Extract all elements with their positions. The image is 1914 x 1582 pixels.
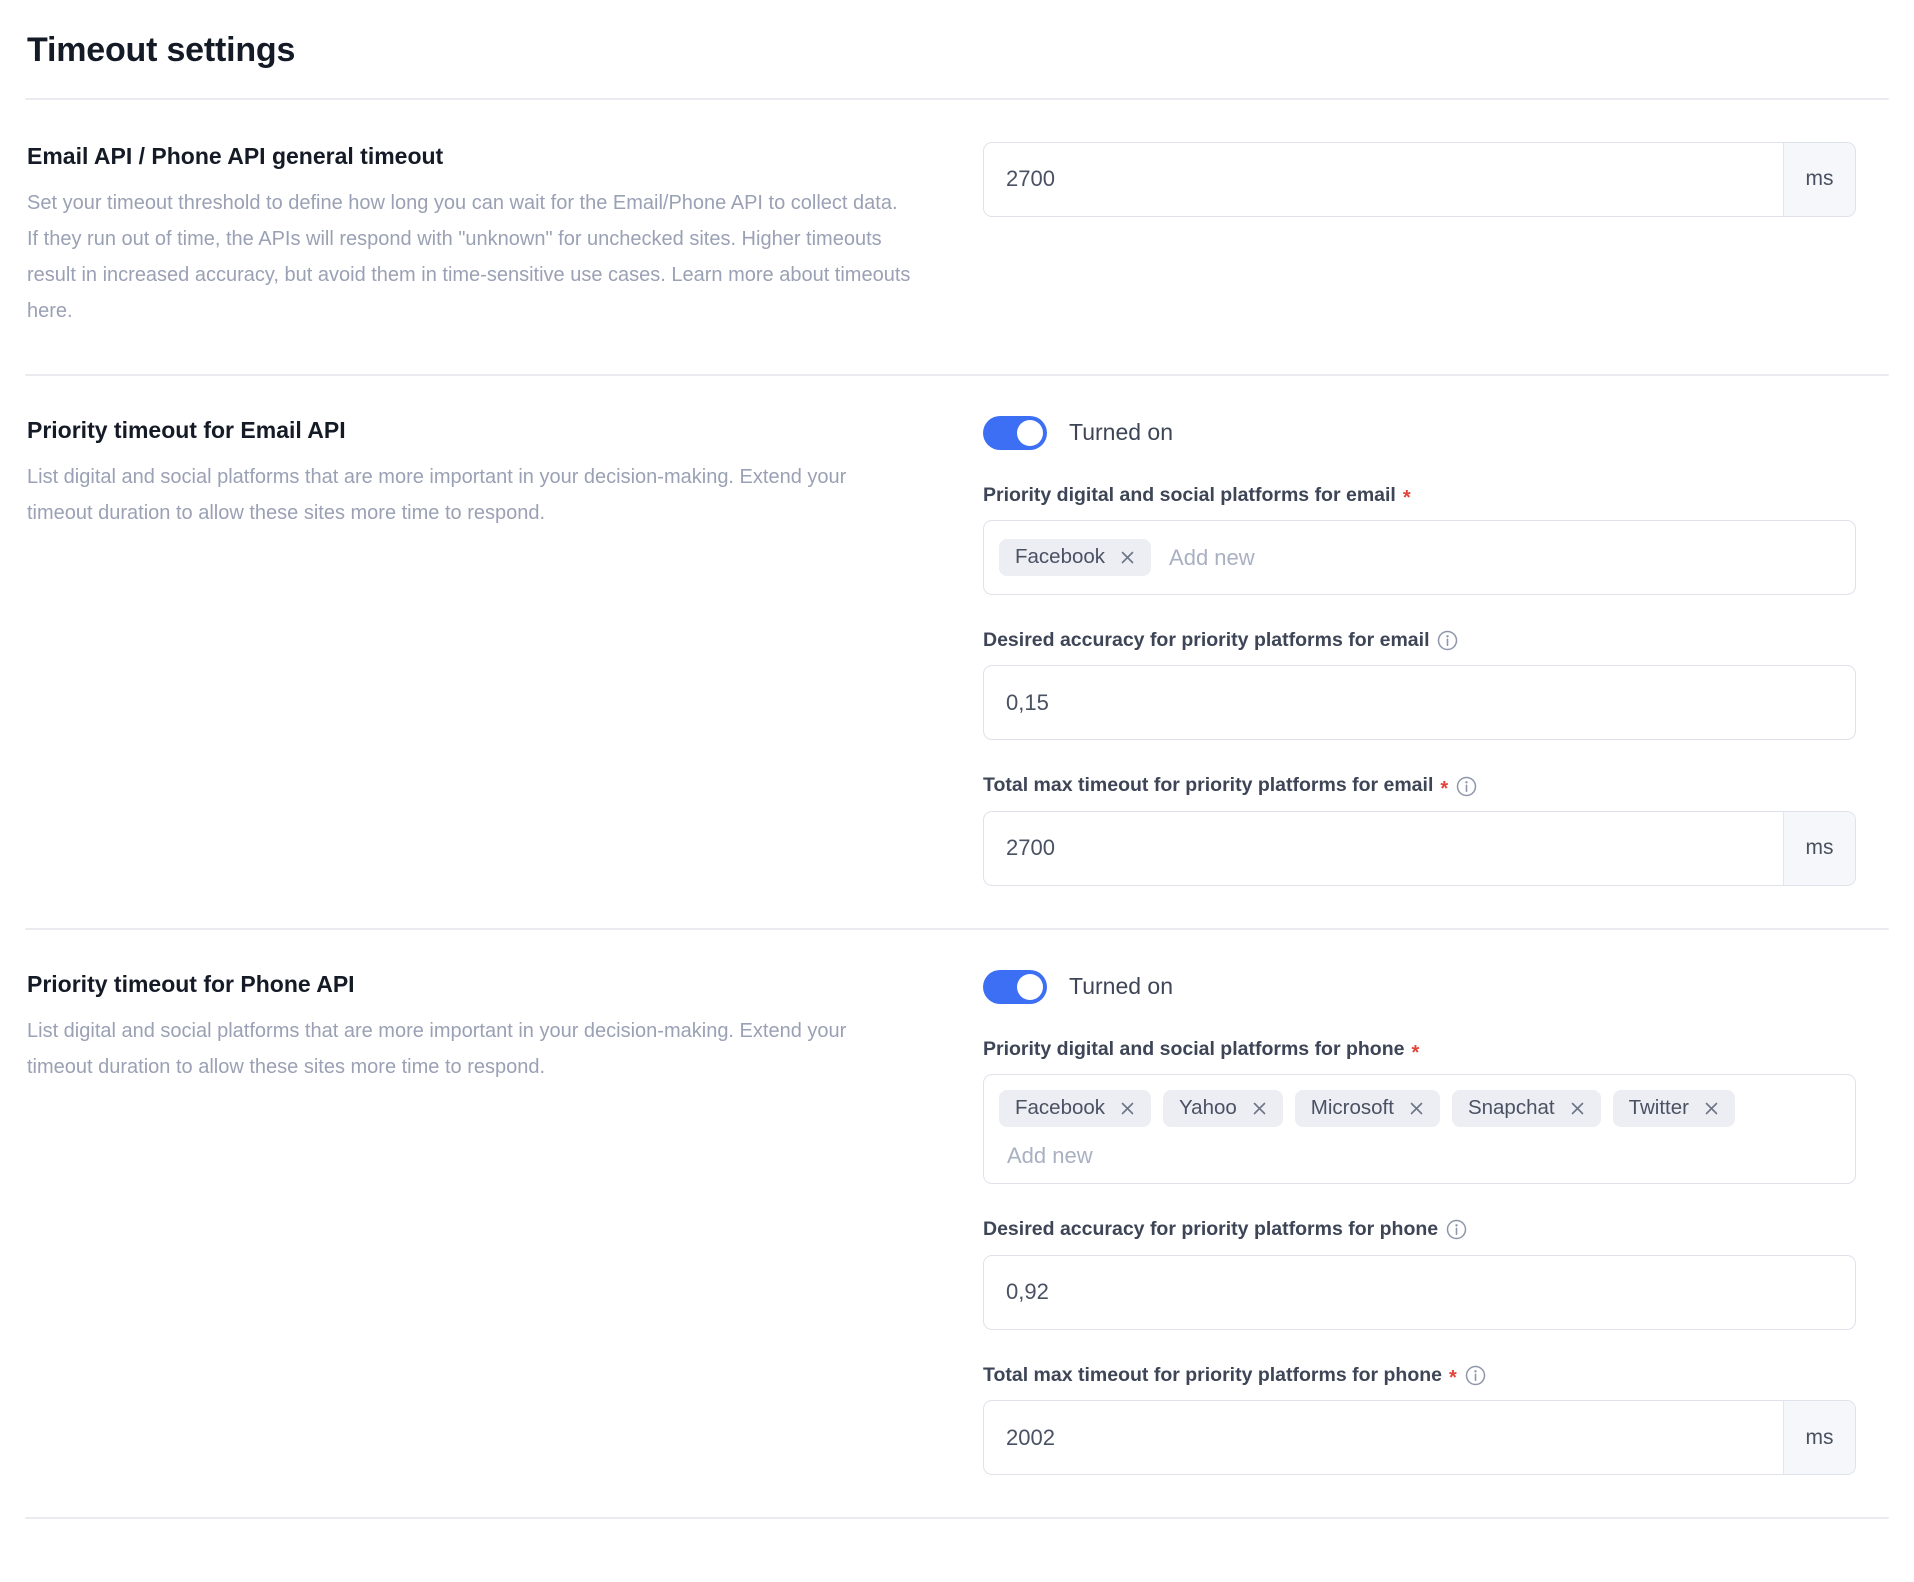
email-max-timeout-label-row: Total max timeout for priority platforms… <box>983 774 1856 801</box>
tag-chip[interactable]: Microsoft <box>1294 1090 1440 1127</box>
section-phone-heading: Priority timeout for Phone API <box>27 970 355 997</box>
email-max-timeout-input[interactable]: 2700 ms <box>983 810 1856 886</box>
email-accuracy-label: Desired accuracy for priority platforms … <box>983 629 1430 652</box>
section-phone-control-column: Turned on Priority digital and social pl… <box>983 969 1889 1476</box>
tag-chip[interactable]: Facebook <box>999 539 1152 576</box>
page-title: Timeout settings <box>27 31 296 69</box>
phone-accuracy-value[interactable]: 0,92 <box>984 1256 1855 1329</box>
general-timeout-unit: ms <box>1783 142 1855 216</box>
email-platforms-required-marker: * <box>1402 487 1411 510</box>
section-phone-description-column: Priority timeout for Phone API List digi… <box>25 970 983 1085</box>
email-max-timeout-unit: ms <box>1783 811 1855 885</box>
info-circle-icon[interactable] <box>1446 1219 1467 1240</box>
section-email-heading: Priority timeout for Email API <box>27 416 346 443</box>
section-email-control-column: Turned on Priority digital and social pl… <box>983 415 1889 886</box>
phone-max-timeout-label: Total max timeout for priority platforms… <box>983 1363 1442 1386</box>
section-general-control-column: 2700 ms <box>983 141 1889 217</box>
email-max-timeout-required-marker: * <box>1440 778 1449 801</box>
section-general-description-column: Email API / Phone API general timeout Se… <box>25 142 983 329</box>
phone-accuracy-label-row: Desired accuracy for priority platforms … <box>983 1218 1856 1241</box>
section-general-timeout: Email API / Phone API general timeout Se… <box>25 100 1889 374</box>
email-platforms-tag-input[interactable]: Facebook Add new <box>983 520 1856 596</box>
email-platforms-label: Priority digital and social platforms fo… <box>983 483 1396 506</box>
email-priority-toggle[interactable] <box>983 415 1047 450</box>
general-timeout-input[interactable]: 2700 ms <box>983 141 1856 217</box>
section-email-priority: Priority timeout for Email API List digi… <box>25 376 1889 928</box>
email-priority-toggle-row: Turned on <box>983 415 1856 450</box>
email-platforms-add-new[interactable]: Add new <box>1163 545 1255 571</box>
phone-max-timeout-unit: ms <box>1783 1401 1855 1475</box>
section-general-heading: Email API / Phone API general timeout <box>27 142 444 169</box>
phone-priority-toggle-row: Turned on <box>983 969 1856 1004</box>
section-email-description-column: Priority timeout for Email API List digi… <box>25 416 983 531</box>
close-icon[interactable] <box>1703 1100 1720 1117</box>
timeout-settings-page: Timeout settings Email API / Phone API g… <box>0 0 1914 1582</box>
email-priority-toggle-label: Turned on <box>1069 419 1173 446</box>
section-phone-priority: Priority timeout for Phone API List digi… <box>25 930 1889 1517</box>
phone-platforms-required-marker: * <box>1411 1041 1420 1064</box>
tag-label: Twitter <box>1628 1096 1689 1120</box>
tag-label: Facebook <box>1015 545 1106 569</box>
email-accuracy-label-row: Desired accuracy for priority platforms … <box>983 629 1856 652</box>
tag-chip[interactable]: Twitter <box>1612 1090 1735 1127</box>
tag-chip[interactable]: Snapchat <box>1451 1090 1601 1127</box>
tag-chip[interactable]: Facebook <box>999 1090 1152 1127</box>
tag-label: Facebook <box>1015 1096 1106 1120</box>
email-accuracy-value[interactable]: 0,15 <box>984 666 1855 739</box>
close-icon[interactable] <box>1408 1100 1425 1117</box>
close-icon[interactable] <box>1251 1100 1268 1117</box>
toggle-knob <box>1017 973 1043 1000</box>
phone-accuracy-label: Desired accuracy for priority platforms … <box>983 1218 1439 1241</box>
email-accuracy-input[interactable]: 0,15 <box>983 665 1856 741</box>
section-general-description: Set your timeout threshold to define how… <box>27 191 911 322</box>
info-circle-icon[interactable] <box>1465 1365 1486 1386</box>
email-max-timeout-label: Total max timeout for priority platforms… <box>983 774 1434 797</box>
phone-priority-toggle-label: Turned on <box>1069 973 1173 1000</box>
phone-platforms-label: Priority digital and social platforms fo… <box>983 1037 1405 1060</box>
close-icon[interactable] <box>1119 1100 1136 1117</box>
phone-platforms-label-row: Priority digital and social platforms fo… <box>983 1037 1856 1064</box>
close-icon[interactable] <box>1119 549 1136 566</box>
tag-label: Microsoft <box>1310 1096 1394 1120</box>
phone-max-timeout-required-marker: * <box>1449 1367 1457 1390</box>
close-icon[interactable] <box>1569 1100 1586 1117</box>
info-circle-icon[interactable] <box>1456 776 1477 797</box>
phone-accuracy-input[interactable]: 0,92 <box>983 1254 1856 1330</box>
tag-chip[interactable]: Yahoo <box>1163 1090 1283 1127</box>
phone-max-timeout-value[interactable]: 2002 <box>984 1401 1783 1474</box>
phone-max-timeout-input[interactable]: 2002 ms <box>983 1400 1856 1476</box>
tag-label: Snapchat <box>1467 1096 1555 1120</box>
phone-max-timeout-label-row: Total max timeout for priority platforms… <box>983 1363 1856 1390</box>
phone-priority-toggle[interactable] <box>983 969 1047 1004</box>
section-email-description: List digital and social platforms that a… <box>27 465 847 524</box>
general-timeout-value[interactable]: 2700 <box>984 143 1783 216</box>
divider-bottom <box>25 1517 1889 1520</box>
phone-platforms-tag-input[interactable]: Facebook Yahoo Microsoft Snapchat Twitte… <box>983 1074 1856 1185</box>
section-phone-description: List digital and social platforms that a… <box>27 1019 847 1078</box>
email-platforms-label-row: Priority digital and social platforms fo… <box>983 483 1856 510</box>
toggle-knob <box>1017 419 1043 446</box>
info-circle-icon[interactable] <box>1437 630 1458 651</box>
phone-platforms-add-new[interactable]: Add new <box>999 1137 1840 1169</box>
email-max-timeout-value[interactable]: 2700 <box>984 812 1783 885</box>
tag-label: Yahoo <box>1179 1096 1237 1120</box>
